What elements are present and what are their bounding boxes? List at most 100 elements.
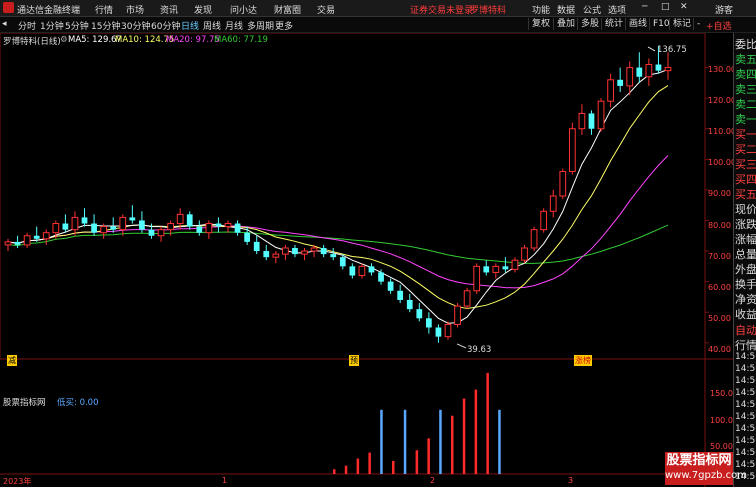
candle-body-down — [435, 327, 442, 337]
candle-body-up — [549, 195, 557, 212]
period-5min[interactable]: 5分钟 — [65, 19, 89, 32]
ma20-value: MA20: 97.75 — [166, 35, 220, 45]
indicator-settings-icon[interactable]: ⚙ — [60, 35, 68, 45]
candle-body-down — [588, 113, 595, 129]
menu-hangqing[interactable]: 行情 — [95, 3, 113, 16]
candle-body-up — [597, 100, 605, 130]
sub-indicator-name[interactable]: 股票指标网 — [3, 396, 46, 408]
candle-body-down — [483, 266, 490, 273]
period-monthly[interactable]: 月线 — [225, 19, 243, 32]
period-15min[interactable]: 15分钟 — [91, 19, 120, 32]
watermark-badge: 股票指标网 www.7gpzb.com — [665, 452, 747, 485]
btn-zoom-out[interactable]: - — [693, 18, 703, 30]
stock-name-alert[interactable]: 罗博特科 — [470, 3, 506, 16]
buy-signal-bar — [344, 465, 348, 474]
btn-diejia[interactable]: 叠加 — [553, 18, 578, 30]
candle-body-down — [244, 232, 250, 242]
period-30min[interactable]: 30分钟 — [121, 19, 150, 32]
btn-huaxian[interactable]: 画线 — [625, 18, 650, 30]
menu-gongneng[interactable]: 功能 — [532, 3, 550, 16]
kline-chart[interactable] — [0, 33, 733, 487]
candle-body-up — [578, 112, 586, 130]
candle-body-up — [540, 210, 548, 231]
period-more[interactable]: 更多 — [275, 19, 293, 32]
y-tick: 50.00 — [708, 314, 731, 323]
minimize-icon[interactable]: ─ — [642, 2, 647, 12]
x-label-month: 3 — [568, 476, 574, 485]
candle-body-up — [568, 128, 576, 173]
ma5-value: MA5: 129.67 — [68, 35, 122, 45]
menu-shichang[interactable]: 市场 — [126, 3, 144, 16]
menu-xuanxiang[interactable]: 选项 — [608, 3, 626, 16]
y-tick: 40.00 — [708, 345, 731, 354]
menu-caifuquan[interactable]: 财富圈 — [274, 3, 301, 16]
candle-body-down — [110, 226, 117, 230]
blue-signal-bar — [498, 409, 501, 474]
period-weekly[interactable]: 周线 — [203, 19, 221, 32]
buy-signal-bar — [486, 372, 489, 474]
side-tab-auto[interactable]: 自动 — [735, 322, 756, 338]
btn-tongji[interactable]: 统计 — [601, 18, 626, 30]
menu-faxian[interactable]: 发现 — [194, 3, 212, 16]
high-price-label: 136.75 — [657, 45, 687, 55]
candle-body-down — [81, 217, 88, 224]
side-time: 14:56 — [735, 400, 756, 410]
candle-body-down — [655, 64, 662, 71]
candle-body-up — [119, 216, 127, 231]
app-logo-icon — [3, 2, 14, 13]
menu-shuju[interactable]: 数据 — [557, 3, 575, 16]
close-icon[interactable]: ✕ — [680, 2, 688, 12]
candle-body-up — [530, 229, 538, 249]
candle-body-down — [320, 247, 327, 255]
period-1min[interactable]: 1分钟 — [40, 19, 64, 32]
side-label-pct: 涨幅 — [735, 233, 756, 246]
side-label-sell2: 卖二 — [735, 98, 756, 111]
candle-body-up — [100, 226, 108, 234]
event-marker-zhangbang[interactable]: 涨榜 — [574, 355, 592, 366]
candle-body-up — [71, 216, 79, 231]
btn-fuquan[interactable]: 复权 — [528, 18, 553, 30]
period-daily[interactable]: 日线 — [181, 19, 199, 32]
period-fenshi[interactable]: 分时 — [18, 19, 36, 32]
login-status[interactable]: 证券交易未登录 — [410, 3, 473, 16]
menu-youke[interactable]: 游客 — [715, 3, 733, 16]
side-time: 14:56 — [735, 364, 756, 374]
side-time: 14:56 — [735, 412, 756, 422]
x-label-year: 2023年 — [3, 477, 32, 486]
add-watchlist-button[interactable]: +自选 — [706, 19, 732, 32]
period-multi[interactable]: 多周期 — [247, 19, 274, 32]
event-marker-jian[interactable]: 减 — [7, 355, 17, 366]
menu-jiaoyi[interactable]: 交易 — [317, 3, 335, 16]
side-label-income: 收益 — [735, 308, 756, 321]
buy-signal-bar — [451, 415, 454, 474]
sub-y-tick: 50.00 — [710, 442, 733, 451]
candle-body-down — [196, 226, 203, 233]
btn-biaoji[interactable]: 标记 — [669, 18, 694, 30]
candle-body-up — [205, 223, 213, 234]
candle-body-down — [33, 235, 40, 239]
event-marker-yu[interactable]: 预 — [349, 355, 359, 366]
candle-body-up — [521, 247, 528, 261]
toolbar-back-icon[interactable]: ◂ — [2, 19, 7, 29]
menu-gongshi[interactable]: 公式 — [583, 3, 601, 16]
candle-body-down — [215, 223, 222, 227]
blue-signal-bar — [403, 409, 407, 474]
menu-wenxiaoda[interactable]: 问小达 — [230, 3, 257, 16]
watermark-url: www.7gpzb.com — [665, 470, 747, 481]
side-tab-quote[interactable]: 行情 — [735, 337, 756, 353]
candle-body-down — [253, 241, 260, 252]
candle-body-down — [148, 229, 155, 236]
buy-signal-bar — [333, 469, 336, 474]
period-60min[interactable]: 60分钟 — [151, 19, 180, 32]
buy-signal-bar — [462, 398, 466, 474]
side-label-buy5: 买五 — [735, 188, 756, 201]
btn-duogu[interactable]: 多股 — [577, 18, 602, 30]
side-label-buy2: 买二 — [735, 143, 756, 156]
menu-zixun[interactable]: 资讯 — [160, 3, 178, 16]
maximize-icon[interactable]: □ — [661, 2, 670, 12]
candle-body-up — [282, 247, 289, 255]
watermark-title: 股票指标网 — [666, 453, 732, 468]
side-label-buy3: 买三 — [735, 158, 756, 171]
ma60-value: MA60: 77.19 — [214, 35, 268, 45]
candle-body-down — [349, 266, 356, 276]
